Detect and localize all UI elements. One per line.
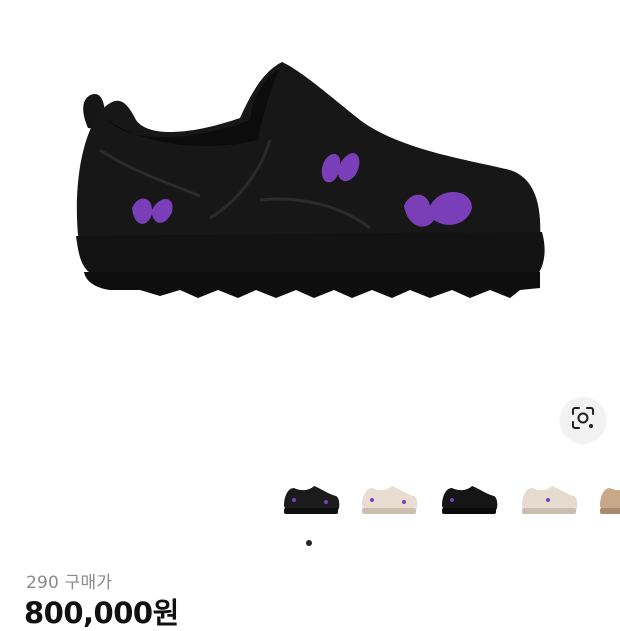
- image-thumbnail-strip: [272, 478, 620, 528]
- thumbnail-3[interactable]: [438, 478, 504, 526]
- thumbnail-4[interactable]: [518, 478, 584, 526]
- pagination-dot-active: [306, 540, 312, 546]
- shoe-image: [76, 62, 545, 298]
- product-image[interactable]: [0, 0, 620, 470]
- lens-search-button[interactable]: [560, 397, 606, 443]
- pagination-dots: [306, 540, 312, 546]
- thumbnail-5[interactable]: [596, 478, 620, 526]
- thumbnail-2[interactable]: [358, 478, 424, 526]
- thumbnail-1[interactable]: [280, 478, 346, 526]
- price: 800,000원: [24, 596, 179, 630]
- lens-search-icon: [570, 405, 596, 435]
- size-purchase-label: 290 구매가: [26, 573, 113, 593]
